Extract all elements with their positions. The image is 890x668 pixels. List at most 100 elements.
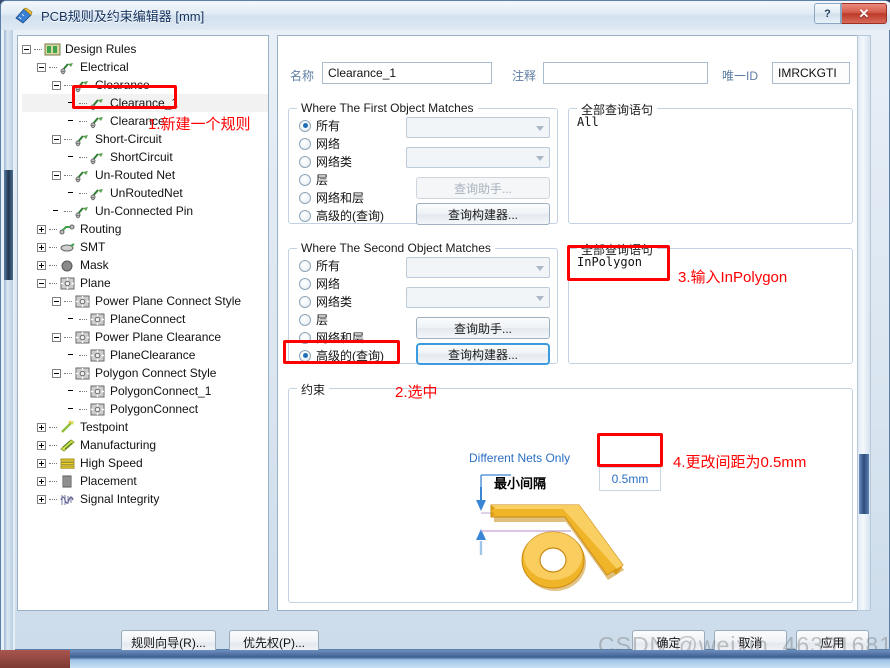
- tree-item-design-rules[interactable]: Design Rules: [22, 40, 268, 58]
- left-scrollbar-thumb[interactable]: [4, 170, 13, 280]
- tree-item-unroutednet[interactable]: UnRoutedNet: [22, 184, 268, 202]
- first-radio-net-and-layer[interactable]: 网络和层: [299, 189, 364, 206]
- expand-icon[interactable]: [37, 260, 46, 270]
- first-full-query-text[interactable]: All: [569, 109, 852, 223]
- first-radio-layer[interactable]: 层: [299, 171, 328, 188]
- expand-icon[interactable]: [37, 458, 46, 468]
- tree-item-high-speed[interactable]: High Speed: [22, 454, 268, 472]
- tree-item-mask[interactable]: Mask: [22, 256, 268, 274]
- second-radio-advanced-query[interactable]: 高级的(查询): [299, 347, 384, 364]
- tree-item-placement[interactable]: Placement: [22, 472, 268, 490]
- tree-connector: [79, 192, 87, 194]
- tree-item-label: Clearance: [95, 78, 150, 92]
- tree-item-polygon-connect-style[interactable]: Polygon Connect Style: [22, 364, 268, 382]
- help-button[interactable]: ?: [814, 3, 841, 24]
- tree-item-shortcircuit[interactable]: ShortCircuit: [22, 148, 268, 166]
- first-radio-advanced-query[interactable]: 高级的(查询): [299, 207, 384, 224]
- tree-item-plane[interactable]: Plane: [22, 274, 268, 292]
- tree-item-un-connected-pin[interactable]: Un-Connected Pin: [22, 202, 268, 220]
- tree-item-planeclearance[interactable]: PlaneClearance: [22, 346, 268, 364]
- radio-marker: [299, 295, 311, 308]
- manufacturing-icon: [59, 438, 76, 453]
- first-full-query-group: 全部查询语句 All: [568, 101, 853, 224]
- expand-icon[interactable]: [37, 224, 46, 234]
- first-radio-net[interactable]: 网络: [299, 135, 340, 152]
- unique-id-input[interactable]: IMRCKGTI: [772, 62, 850, 84]
- second-netclass-combo[interactable]: [406, 287, 550, 308]
- expand-icon[interactable]: [37, 494, 46, 504]
- tree-item-electrical[interactable]: Electrical: [22, 58, 268, 76]
- tree-item-label: Routing: [80, 222, 122, 236]
- first-query-helper-button[interactable]: 查询助手...: [416, 177, 550, 199]
- left-scrollbar-track[interactable]: [4, 30, 13, 651]
- second-radio-netclass[interactable]: 网络类: [299, 293, 352, 310]
- first-net-combo[interactable]: [406, 117, 550, 138]
- tree-connector: [79, 408, 87, 410]
- tree-item-un-routed-net[interactable]: Un-Routed Net: [22, 166, 268, 184]
- comment-input[interactable]: [543, 62, 708, 84]
- tree-item-polygonconnect-1[interactable]: PolygonConnect_1: [22, 382, 268, 400]
- expand-icon[interactable]: [37, 440, 46, 450]
- collapse-icon[interactable]: [37, 278, 46, 288]
- second-query-builder-button[interactable]: 查询构建器...: [416, 343, 550, 365]
- tree-item-label: Clearance_1: [110, 96, 179, 110]
- comment-label: 注释: [512, 69, 537, 83]
- collapse-icon[interactable]: [52, 368, 61, 378]
- first-radio-all[interactable]: 所有: [299, 117, 340, 134]
- plane-icon: [89, 384, 106, 399]
- second-query-helper-button[interactable]: 查询助手...: [416, 317, 550, 339]
- tree-item-clearance[interactable]: Clearance: [22, 76, 268, 94]
- expand-icon[interactable]: [37, 422, 46, 432]
- tree-item-label: PolygonConnect: [110, 402, 199, 416]
- collapse-icon[interactable]: [52, 332, 61, 342]
- second-net-combo[interactable]: [406, 257, 550, 278]
- expand-icon[interactable]: [37, 476, 46, 486]
- plane-icon: [89, 312, 106, 327]
- radio-label: 高级的(查询): [316, 349, 384, 363]
- first-netclass-combo[interactable]: [406, 147, 550, 168]
- tree-item-label: Design Rules: [65, 42, 137, 56]
- tree-item-polygonconnect[interactable]: PolygonConnect: [22, 400, 268, 418]
- second-radio-net[interactable]: 网络: [299, 275, 340, 292]
- tree-item-label: Power Plane Clearance: [95, 330, 222, 344]
- collapse-icon[interactable]: [52, 80, 61, 90]
- tree-item-label: Mask: [80, 258, 109, 272]
- tree-item-label: PolygonConnect_1: [110, 384, 212, 398]
- expand-icon[interactable]: [37, 242, 46, 252]
- plane-icon: [59, 276, 76, 291]
- radio-label: 网络类: [316, 155, 353, 169]
- collapse-icon[interactable]: [52, 296, 61, 306]
- tree-item-routing[interactable]: Routing: [22, 220, 268, 238]
- tree-item-testpoint[interactable]: Testpoint: [22, 418, 268, 436]
- tree-item-clearance-1[interactable]: Clearance_1: [22, 94, 268, 112]
- tree-item-label: PlaneConnect: [110, 312, 186, 326]
- constraint-title: 约束: [297, 381, 330, 398]
- collapse-icon[interactable]: [52, 170, 61, 180]
- tree-connector: [49, 480, 57, 482]
- tree-connector: [49, 282, 57, 284]
- tree-item-planeconnect[interactable]: PlaneConnect: [22, 310, 268, 328]
- first-query-builder-button[interactable]: 查询构建器...: [416, 203, 550, 225]
- collapse-icon[interactable]: [52, 134, 61, 144]
- second-radio-layer[interactable]: 层: [299, 311, 328, 328]
- tree-item-smt[interactable]: SMT: [22, 238, 268, 256]
- first-radio-netclass[interactable]: 网络类: [299, 153, 352, 170]
- name-input[interactable]: Clearance_1: [322, 62, 492, 84]
- left-scrollbar[interactable]: [1, 30, 15, 651]
- second-radio-net-and-layer[interactable]: 网络和层: [299, 329, 364, 346]
- tree-item-power-plane-connect-style[interactable]: Power Plane Connect Style: [22, 292, 268, 310]
- tree-item-signal-integrity[interactable]: Signal Integrity: [22, 490, 268, 508]
- desktop-taskbar-strip: [0, 650, 890, 668]
- tree-item-label: Un-Connected Pin: [95, 204, 194, 218]
- radio-marker: [299, 313, 311, 326]
- annotation-text-2: 2.选中: [395, 384, 438, 401]
- close-button[interactable]: ✕: [841, 3, 887, 24]
- collapse-icon[interactable]: [22, 44, 31, 54]
- right-scrollbar[interactable]: [857, 35, 871, 611]
- right-scrollbar-thumb[interactable]: [859, 454, 869, 514]
- collapse-icon[interactable]: [37, 62, 46, 72]
- second-radio-all[interactable]: 所有: [299, 257, 340, 274]
- tree-item-power-plane-clearance[interactable]: Power Plane Clearance: [22, 328, 268, 346]
- tree-connector: [64, 138, 72, 140]
- tree-item-manufacturing[interactable]: Manufacturing: [22, 436, 268, 454]
